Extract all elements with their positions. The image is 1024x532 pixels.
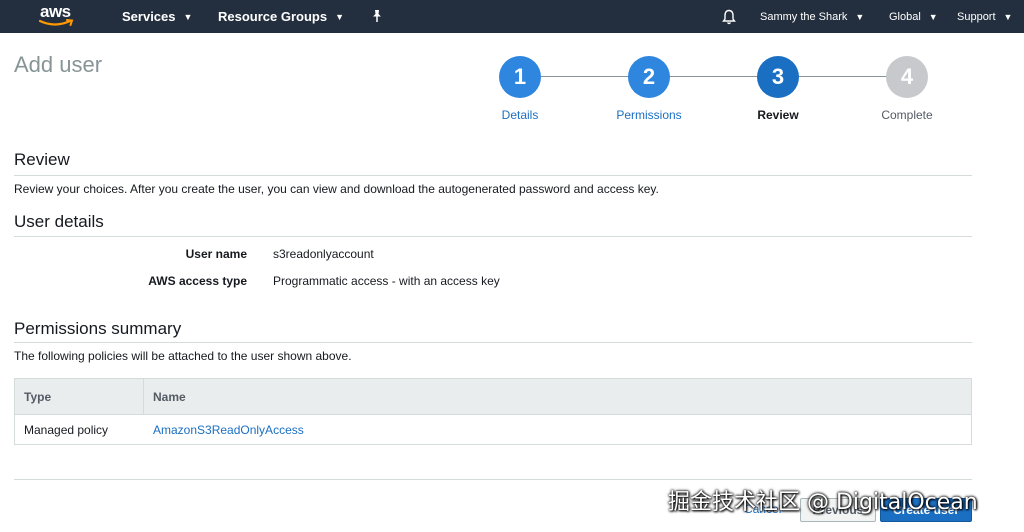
region-label: Global (889, 10, 921, 23)
step-details-link[interactable]: Details (470, 108, 570, 122)
step-review-label: Review (757, 108, 799, 122)
column-header-name[interactable]: Name (144, 379, 186, 414)
divider (14, 479, 972, 480)
chevron-down-icon: ▼ (855, 11, 865, 22)
policies-table: Type Name Managed policy AmazonS3ReadOnl… (14, 378, 972, 445)
watermark-text: 掘金技术社区 @ DigitalOcean (668, 490, 978, 515)
support-menu[interactable]: Support ▼ (957, 0, 1012, 33)
access-type-value: Programmatic access - with an access key (273, 274, 500, 288)
aws-smile-icon (39, 19, 74, 26)
chevron-down-icon: ▼ (335, 11, 345, 22)
account-menu[interactable]: Sammy the Shark ▼ (760, 0, 864, 33)
support-label: Support (957, 10, 996, 23)
divider (14, 236, 972, 237)
region-menu[interactable]: Global ▼ (889, 0, 938, 33)
step-connector (799, 76, 887, 77)
page-title: Add user (14, 52, 103, 77)
step-permissions-link[interactable]: Permissions (599, 108, 699, 122)
chevron-down-icon: ▼ (1003, 11, 1013, 22)
step-3-circle: 3 (757, 56, 799, 98)
policy-type-cell: Managed policy (24, 422, 109, 437)
table-header: Type Name (15, 379, 971, 415)
top-navigation-bar: aws Services ▼ Resource Groups ▼ Sammy t… (0, 0, 1024, 33)
resource-groups-menu[interactable]: Resource Groups ▼ (218, 0, 344, 33)
step-connector (541, 76, 629, 77)
aws-logo[interactable]: aws (38, 2, 78, 30)
column-header-type[interactable]: Type (15, 379, 144, 414)
services-menu[interactable]: Services ▼ (122, 0, 192, 33)
permissions-summary-heading: Permissions summary (14, 319, 182, 338)
user-details-heading: User details (14, 212, 104, 231)
user-name-value: s3readonlyaccount (273, 247, 374, 261)
review-description: Review your choices. After you create th… (14, 182, 659, 196)
review-heading: Review (14, 150, 70, 169)
bell-icon[interactable] (722, 0, 736, 33)
account-name: Sammy the Shark (760, 10, 848, 23)
chevron-down-icon: ▼ (928, 11, 938, 22)
step-connector (670, 76, 758, 77)
step-1-circle[interactable]: 1 (499, 56, 541, 98)
step-2-circle[interactable]: 2 (628, 56, 670, 98)
divider (14, 175, 972, 176)
pin-icon[interactable] (371, 0, 383, 33)
access-type-label: AWS access type (148, 274, 247, 288)
permissions-description: The following policies will be attached … (14, 349, 352, 363)
table-row: Managed policy AmazonS3ReadOnlyAccess (15, 415, 971, 444)
user-name-label: User name (185, 247, 247, 261)
policy-name-link[interactable]: AmazonS3ReadOnlyAccess (153, 423, 304, 437)
services-menu-label: Services (122, 9, 176, 24)
step-4-circle: 4 (886, 56, 928, 98)
policy-name-cell: AmazonS3ReadOnlyAccess (144, 415, 304, 444)
chevron-down-icon: ▼ (183, 11, 193, 22)
step-complete-label: Complete (881, 108, 933, 122)
resource-groups-label: Resource Groups (218, 9, 328, 24)
divider (14, 342, 972, 343)
